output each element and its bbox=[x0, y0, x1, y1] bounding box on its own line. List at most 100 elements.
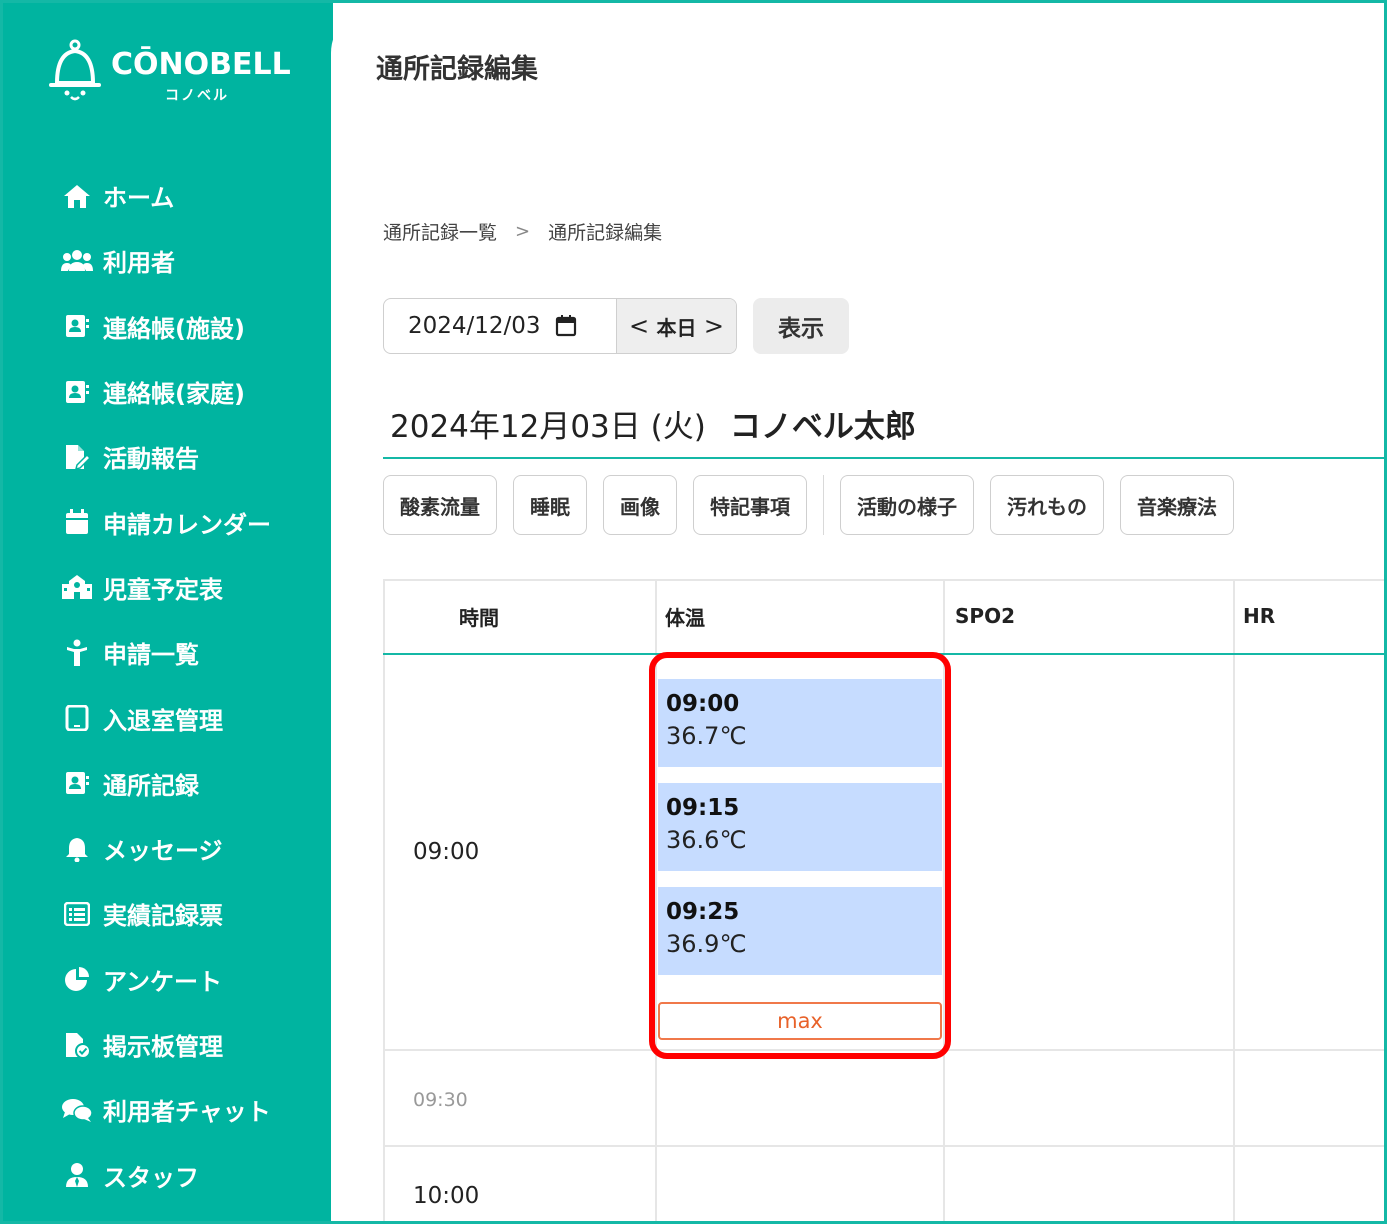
breadcrumb-current: 通所記録編集 bbox=[548, 222, 663, 244]
sidebar-item-messages[interactable]: メッセージ bbox=[61, 816, 321, 881]
grid-top-border bbox=[383, 579, 1384, 581]
contact-book-icon bbox=[61, 310, 93, 342]
file-check-icon bbox=[61, 1029, 93, 1061]
sidebar-item-user-chat[interactable]: 利用者チャット bbox=[61, 1077, 321, 1142]
record-date: 2024年12月03日 (火) bbox=[390, 409, 706, 445]
grid-column-divider bbox=[655, 579, 657, 1221]
school-icon bbox=[61, 571, 93, 603]
tablet-icon bbox=[61, 702, 93, 734]
brand-logo[interactable]: CŌNOBELL コノベル bbox=[47, 39, 297, 109]
sidebar-item-label: 利用者チャット bbox=[103, 1098, 271, 1127]
sidebar-item-label: メッセージ bbox=[103, 837, 223, 866]
next-day-button[interactable]: > bbox=[700, 312, 728, 340]
sidebar-item-child-schedule[interactable]: 児童予定表 bbox=[61, 555, 321, 620]
sidebar-item-request-calendar[interactable]: 申請カレンダー bbox=[61, 489, 321, 554]
tab-activity-state[interactable]: 活動の様子 bbox=[840, 475, 974, 535]
report-edit-icon bbox=[61, 441, 93, 473]
record-tabs: 酸素流量 睡眠 画像 特記事項 活動の様子 汚れもの 音楽療法 bbox=[383, 475, 1250, 535]
sidebar-item-label: 申請カレンダー bbox=[103, 510, 271, 539]
grid-row-divider bbox=[383, 1049, 1384, 1051]
grid-column-divider bbox=[943, 579, 945, 1221]
sidebar-item-label: 入退室管理 bbox=[103, 706, 223, 735]
pie-chart-icon bbox=[61, 963, 93, 995]
breadcrumb-parent-link[interactable]: 通所記録一覧 bbox=[383, 218, 497, 245]
temperature-entry[interactable]: 09:00 36.7℃ bbox=[658, 679, 942, 767]
sidebar-item-performance-record[interactable]: 実績記録票 bbox=[61, 881, 321, 946]
sidebar-item-survey[interactable]: アンケート bbox=[61, 947, 321, 1012]
sidebar-item-label: スタッフ bbox=[103, 1163, 199, 1192]
list-table-icon bbox=[61, 898, 93, 930]
tab-oxygen-flow[interactable]: 酸素流量 bbox=[383, 475, 497, 535]
record-user-name: コノベル太郎 bbox=[729, 409, 916, 445]
staff-icon bbox=[61, 1159, 93, 1191]
contact-book-icon bbox=[61, 376, 93, 408]
grid-left-border bbox=[383, 579, 385, 1221]
entry-value: 36.6℃ bbox=[666, 826, 747, 854]
today-button[interactable]: 本日 bbox=[657, 312, 697, 341]
breadcrumb: 通所記録一覧 > 通所記録編集 bbox=[383, 218, 662, 245]
chat-icon bbox=[61, 1094, 93, 1126]
show-button[interactable]: 表示 bbox=[753, 298, 849, 354]
sidebar-item-label: 活動報告 bbox=[103, 445, 199, 474]
entry-time: 09:15 bbox=[666, 795, 740, 821]
prev-day-button[interactable]: < bbox=[625, 312, 653, 340]
home-icon bbox=[61, 180, 93, 212]
sidebar-item-bulletin-board[interactable]: 掲示板管理 bbox=[61, 1012, 321, 1077]
column-header-spo2: SPO2 bbox=[955, 604, 1015, 628]
sidebar-item-request-list[interactable]: 申請一覧 bbox=[61, 620, 321, 685]
sidebar: CŌNOBELL コノベル ホーム 利用者 連絡帳(施設) 連絡帳(家庭) 活動… bbox=[3, 3, 333, 1221]
calendar-icon bbox=[61, 506, 93, 538]
sidebar-item-label: 連絡帳(施設) bbox=[103, 314, 245, 343]
sidebar-item-contact-home[interactable]: 連絡帳(家庭) bbox=[61, 359, 321, 424]
entry-time: 09:25 bbox=[666, 899, 740, 925]
brand-subtitle: コノベル bbox=[165, 88, 229, 104]
tab-divider bbox=[823, 475, 824, 535]
child-icon bbox=[61, 637, 93, 669]
grid-column-divider bbox=[1233, 579, 1235, 1221]
column-header-hr: HR bbox=[1243, 604, 1276, 628]
column-header-temperature: 体温 bbox=[665, 605, 705, 630]
entry-value: 36.9℃ bbox=[666, 930, 747, 958]
grid-header-divider bbox=[383, 653, 1384, 655]
tab-soiled-items[interactable]: 汚れもの bbox=[990, 475, 1104, 535]
time-row-label: 09:00 bbox=[413, 839, 480, 865]
sidebar-item-label: 連絡帳(家庭) bbox=[103, 380, 245, 409]
sidebar-item-label: 児童予定表 bbox=[103, 575, 223, 604]
entry-time: 09:00 bbox=[666, 691, 740, 717]
tab-sleep[interactable]: 睡眠 bbox=[513, 475, 587, 535]
sidebar-item-label: 通所記録 bbox=[103, 771, 199, 800]
temperature-entry[interactable]: 09:25 36.9℃ bbox=[658, 887, 942, 975]
breadcrumb-separator: > bbox=[515, 221, 531, 242]
max-button[interactable]: max bbox=[658, 1002, 942, 1040]
sidebar-item-room-entry[interactable]: 入退室管理 bbox=[61, 685, 321, 750]
entry-value: 36.7℃ bbox=[666, 722, 747, 750]
sidebar-item-label: ホーム bbox=[103, 184, 175, 213]
date-navigation: < 本日 > bbox=[616, 299, 736, 353]
tab-music-therapy[interactable]: 音楽療法 bbox=[1120, 475, 1234, 535]
tab-image[interactable]: 画像 bbox=[603, 475, 677, 535]
contact-book-icon bbox=[61, 767, 93, 799]
time-row-label: 09:30 bbox=[413, 1089, 468, 1111]
sidebar-item-home[interactable]: ホーム bbox=[61, 163, 321, 228]
sidebar-item-activity-report[interactable]: 活動報告 bbox=[61, 424, 321, 489]
sidebar-item-label: 利用者 bbox=[103, 249, 175, 278]
record-grid: 時間 体温 SPO2 HR 09:00 09:30 10:00 09:00 36… bbox=[383, 579, 1384, 1221]
time-row-label: 10:00 bbox=[413, 1183, 480, 1209]
calendar-icon[interactable] bbox=[555, 315, 577, 337]
record-header: 2024年12月03日 (火) コノベル太郎 bbox=[390, 401, 916, 446]
sidebar-item-attendance-record[interactable]: 通所記録 bbox=[61, 751, 321, 816]
sidebar-item-staff[interactable]: スタッフ bbox=[61, 1142, 321, 1207]
sidebar-item-users[interactable]: 利用者 bbox=[61, 228, 321, 293]
date-input[interactable]: 2024/12/03 bbox=[384, 299, 616, 353]
tab-special-notes[interactable]: 特記事項 bbox=[693, 475, 807, 535]
users-icon bbox=[61, 245, 93, 277]
sidebar-item-label: 掲示板管理 bbox=[103, 1033, 223, 1061]
sidebar-nav: ホーム 利用者 連絡帳(施設) 連絡帳(家庭) 活動報告 申請カレンダー 児童予… bbox=[61, 163, 321, 1208]
column-header-time: 時間 bbox=[459, 605, 499, 630]
bell-logo-icon bbox=[49, 39, 101, 101]
sidebar-item-label: アンケート bbox=[103, 967, 223, 996]
temperature-entry[interactable]: 09:15 36.6℃ bbox=[658, 783, 942, 871]
bell-icon bbox=[61, 833, 93, 865]
sidebar-item-contact-facility[interactable]: 連絡帳(施設) bbox=[61, 294, 321, 359]
sidebar-item-label: 実績記録票 bbox=[103, 902, 223, 931]
